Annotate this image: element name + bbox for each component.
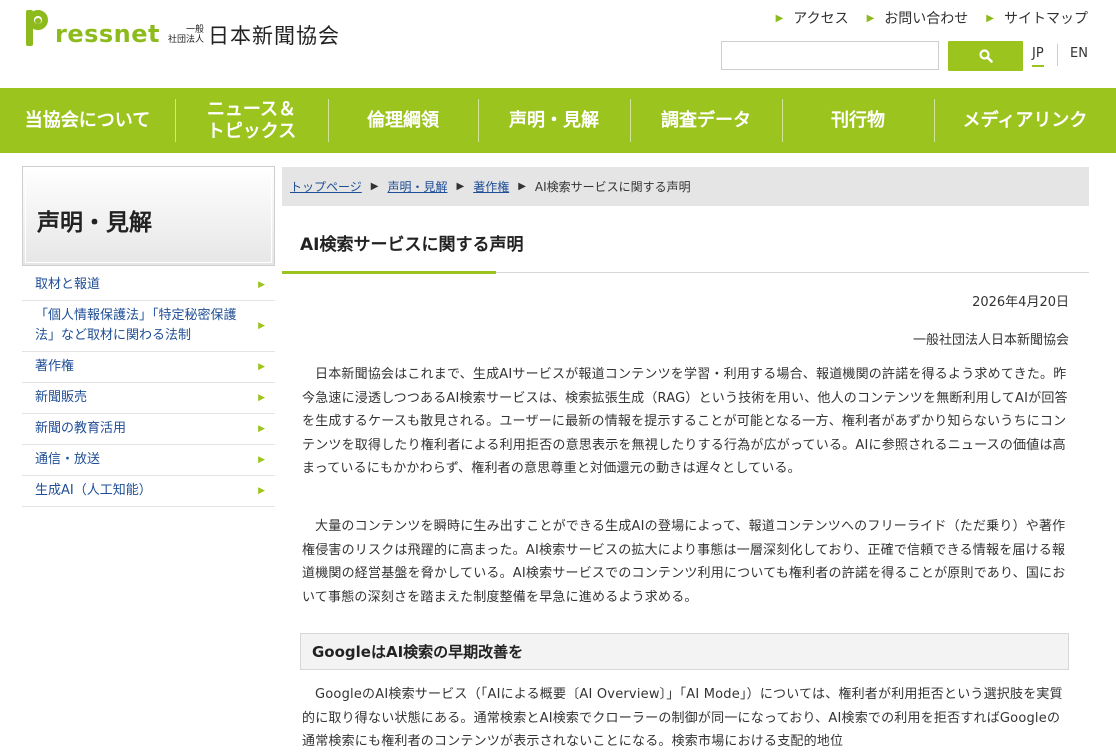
- sidebar-item-generative-ai[interactable]: 生成AI（人工知能） ▶: [22, 476, 275, 507]
- chevron-right-icon: ▶: [258, 362, 265, 372]
- utility-links: ▶ アクセス ▶ お問い合わせ ▶ サイトマップ: [776, 8, 1088, 28]
- search-button[interactable]: [948, 41, 1023, 71]
- org-prefix-1: 一般: [186, 25, 205, 35]
- site-header: ressnet 一般 社団法人 日本新聞協会 ▶ アクセス ▶ お問い合わせ ▶ サイ…: [0, 0, 1116, 88]
- breadcrumb-arrow-icon: ▶: [370, 181, 379, 192]
- pressnet-logo[interactable]: ressnet: [24, 6, 160, 48]
- chevron-right-icon: ▶: [258, 424, 265, 434]
- nav-research-data[interactable]: 調査データ: [630, 88, 782, 153]
- breadcrumb-current: AI検索サービスに関する声明: [534, 180, 691, 194]
- title-accent-bar: [282, 271, 496, 274]
- search-input[interactable]: [721, 41, 939, 70]
- sidebar-item-privacy-law[interactable]: 「個人情報保護法」「特定秘密保護法」など取材に関わる法制 ▶: [22, 301, 275, 352]
- chevron-right-icon: ▶: [986, 12, 994, 24]
- chevron-right-icon: ▶: [866, 12, 875, 24]
- nav-ethics[interactable]: 倫理綱領: [328, 88, 478, 153]
- breadcrumb-copyright-link[interactable]: 著作権: [473, 178, 509, 195]
- chevron-right-icon: ▶: [775, 12, 784, 24]
- nav-news-topics[interactable]: ニュース＆ トピックス: [175, 88, 328, 153]
- contact-link[interactable]: ▶ お問い合わせ: [867, 8, 969, 28]
- lang-en-link[interactable]: EN: [1070, 46, 1088, 61]
- sidebar-item-reporting[interactable]: 取材と報道 ▶: [22, 270, 275, 301]
- global-nav: 当協会について ニュース＆ トピックス 倫理綱領 声明・見解 調査データ 刊行物…: [0, 88, 1116, 153]
- article-paragraph: GoogleのAI検索サービス（「AIによる概要〔AI Overview〕」「A…: [302, 687, 1063, 749]
- nav-publications[interactable]: 刊行物: [782, 88, 934, 153]
- chevron-right-icon: ▶: [258, 455, 265, 465]
- nav-about[interactable]: 当協会について: [0, 88, 175, 153]
- sidebar: 声明・見解 取材と報道 ▶ 「個人情報保護法」「特定秘密保護法」など取材に関わる法…: [22, 166, 275, 507]
- sidebar-title: 声明・見解: [37, 210, 152, 236]
- sidebar-item-copyright[interactable]: 著作権 ▶: [22, 352, 275, 383]
- breadcrumb-arrow-icon: ▶: [518, 181, 526, 192]
- org-prefix-2: 社団法人: [168, 35, 205, 45]
- logo-wordmark: ressnet: [55, 20, 161, 48]
- chevron-right-icon: ▶: [258, 321, 265, 331]
- pressnet-p-mark-icon: [24, 8, 54, 48]
- breadcrumb: トップページ ▶ 声明・見解 ▶ 著作権 ▶ AI検索サービスに関する声明: [282, 167, 1089, 206]
- access-link[interactable]: ▶ アクセス: [776, 8, 849, 28]
- article-paragraph: 大量のコンテンツを瞬時に生み出すことができる生成AIの登場によって、報道コンテン…: [302, 519, 1066, 605]
- sidebar-item-education[interactable]: 新聞の教育活用 ▶: [22, 414, 275, 445]
- nav-media-links[interactable]: メディアリンク: [934, 88, 1116, 153]
- sidebar-header: 声明・見解: [22, 166, 275, 266]
- article-date: 2026年4月20日: [972, 295, 1069, 310]
- search-icon: [978, 49, 993, 63]
- breadcrumb-home-link[interactable]: トップページ: [290, 178, 362, 195]
- breadcrumb-statements-link[interactable]: 声明・見解: [387, 178, 447, 195]
- page-title: AI検索サービスに関する声明: [300, 235, 524, 255]
- article-paragraph: 日本新聞協会はこれまで、生成AIサービスが報道コンテンツを学習・利用する場合、報…: [302, 367, 1068, 476]
- nav-statements[interactable]: 声明・見解: [478, 88, 630, 153]
- organization-name: 一般 社団法人 日本新聞協会: [168, 20, 340, 50]
- sitemap-link[interactable]: ▶ サイトマップ: [986, 8, 1088, 28]
- breadcrumb-arrow-icon: ▶: [456, 181, 465, 192]
- article-author: 一般社団法人日本新聞協会: [912, 333, 1069, 348]
- lang-jp-link[interactable]: JP: [1032, 46, 1044, 67]
- section-heading: GoogleはAI検索の早期改善を: [300, 633, 1069, 670]
- chevron-right-icon: ▶: [258, 486, 265, 496]
- sidebar-item-broadcast[interactable]: 通信・放送 ▶: [22, 445, 275, 476]
- org-title: 日本新聞協会: [208, 24, 341, 48]
- lang-divider: [1057, 44, 1058, 66]
- sidebar-item-sales[interactable]: 新聞販売 ▶: [22, 383, 275, 414]
- chevron-right-icon: ▶: [258, 393, 265, 403]
- sidebar-menu: 取材と報道 ▶ 「個人情報保護法」「特定秘密保護法」など取材に関わる法制 ▶ 著作権…: [22, 270, 275, 507]
- chevron-right-icon: ▶: [258, 280, 265, 290]
